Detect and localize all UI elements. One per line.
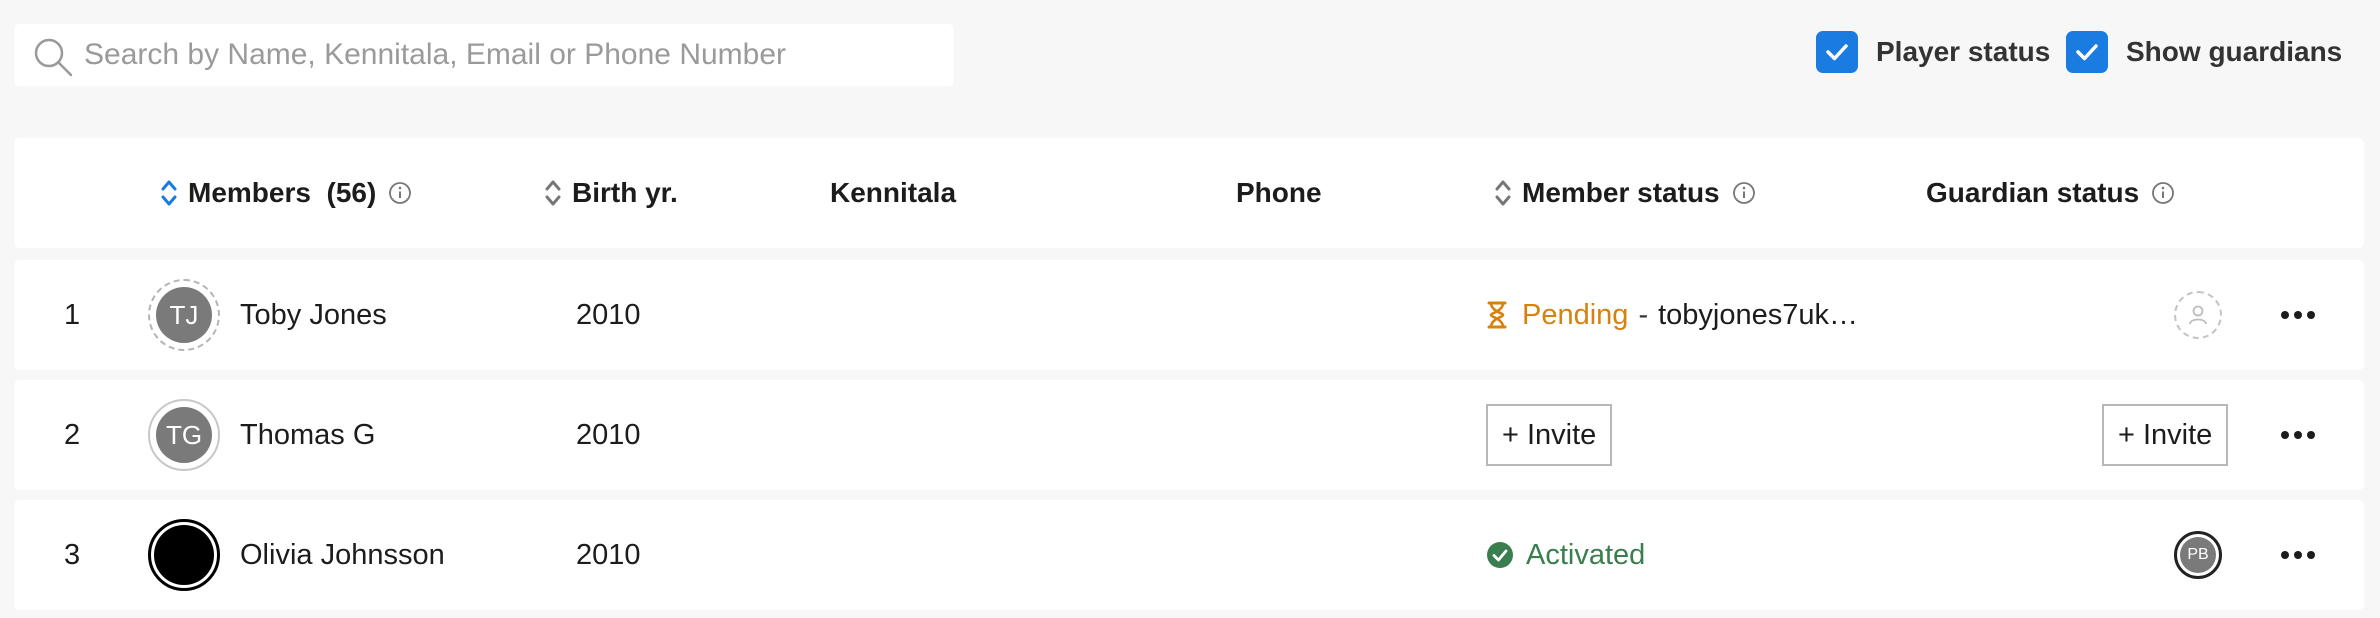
column-header-member-status[interactable]: Member status <box>1494 138 1756 248</box>
row-index: 3 <box>64 538 81 571</box>
member-status: Activated <box>1486 500 1645 610</box>
search-input[interactable] <box>84 24 934 86</box>
birth-year: 2010 <box>576 298 641 331</box>
guardian-initials: PB <box>2180 537 2216 573</box>
member-status: + Invite <box>1486 380 1613 490</box>
table-row[interactable]: 1 TJ Toby Jones 2010 Pending - tobyjones… <box>14 260 2364 370</box>
sort-icon[interactable] <box>160 178 178 208</box>
info-icon[interactable] <box>1732 181 1756 205</box>
member-status: Pending - tobyjones7uk… <box>1486 260 1858 370</box>
birth-year-header-label: Birth yr. <box>572 177 678 208</box>
row-index: 1 <box>64 298 81 331</box>
pending-email: tobyjones7uk… <box>1658 298 1859 331</box>
member-name[interactable]: Toby Jones <box>240 260 387 370</box>
search-icon <box>34 38 73 77</box>
column-header-guardian-status: Guardian status <box>1926 138 2175 248</box>
more-horizontal-icon <box>2281 311 2315 319</box>
member-name[interactable]: Olivia Johnsson <box>240 500 445 610</box>
birth-year: 2010 <box>576 418 641 451</box>
avatar-initials: TJ <box>156 287 212 343</box>
members-header-label: Members <box>188 177 311 208</box>
guardian-avatar[interactable]: PB <box>2174 531 2222 579</box>
avatar-cell: TJ <box>148 260 220 370</box>
search-bar[interactable] <box>14 24 954 86</box>
invite-guardian-button[interactable]: + Invite <box>2102 404 2229 466</box>
row-index: 2 <box>64 418 81 451</box>
invite-member-button[interactable]: + Invite <box>1486 404 1613 466</box>
avatar-image <box>154 525 214 585</box>
member-name[interactable]: Thomas G <box>240 380 375 490</box>
more-horizontal-icon <box>2281 431 2315 439</box>
status-badge-activated: Activated <box>1526 538 1646 571</box>
avatar-initials: TG <box>156 407 212 463</box>
guardian-status-header-label: Guardian status <box>1926 177 2140 208</box>
column-header-birth-year[interactable]: Birth yr. <box>544 138 678 248</box>
phone-header-label: Phone <box>1236 177 1322 208</box>
player-status-toggle[interactable]: Player status <box>1816 30 2050 74</box>
kennitala-header-label: Kennitala <box>830 177 957 208</box>
status-badge-pending: Pending <box>1522 298 1629 331</box>
table-header: Members (56) Birth yr. Kennitala Phone M… <box>14 138 2364 248</box>
sort-icon[interactable] <box>544 178 562 208</box>
avatar-cell <box>148 500 220 610</box>
guardian-status[interactable] <box>2174 260 2222 370</box>
guardian-status: + Invite <box>2102 380 2229 490</box>
avatar-cell: TG <box>148 380 220 490</box>
hourglass-icon <box>1487 301 1507 329</box>
column-header-members[interactable]: Members (56) <box>160 138 412 248</box>
checkbox-checked-icon[interactable] <box>1816 31 1858 73</box>
player-status-label: Player status <box>1876 36 2051 67</box>
person-outline-icon[interactable] <box>2174 291 2222 339</box>
status-separator: - <box>1638 298 1649 331</box>
checkbox-checked-icon[interactable] <box>2066 31 2108 73</box>
avatar: TJ <box>148 279 220 351</box>
avatar: TG <box>148 399 220 471</box>
sort-icon[interactable] <box>1494 178 1512 208</box>
guardian-status[interactable]: PB <box>2174 500 2222 610</box>
more-options-button[interactable] <box>2268 380 2328 490</box>
show-guardians-label: Show guardians <box>2126 36 2343 67</box>
avatar <box>148 519 220 591</box>
column-header-phone: Phone <box>1236 138 1322 248</box>
member-status-header-label: Member status <box>1522 177 1720 208</box>
members-count: (56) <box>326 177 377 208</box>
info-icon[interactable] <box>388 181 412 205</box>
more-options-button[interactable] <box>2268 500 2328 610</box>
more-options-button[interactable] <box>2268 260 2328 370</box>
column-header-kennitala: Kennitala <box>830 138 956 248</box>
table-row[interactable]: 2 TG Thomas G 2010 + Invite + Invite <box>14 380 2364 490</box>
show-guardians-toggle[interactable]: Show guardians <box>2066 30 2342 74</box>
check-circle-icon <box>1487 542 1513 568</box>
table-row[interactable]: 3 Olivia Johnsson 2010 Activated PB <box>14 500 2364 610</box>
birth-year: 2010 <box>576 538 641 571</box>
info-icon[interactable] <box>2151 181 2175 205</box>
more-horizontal-icon <box>2281 551 2315 559</box>
